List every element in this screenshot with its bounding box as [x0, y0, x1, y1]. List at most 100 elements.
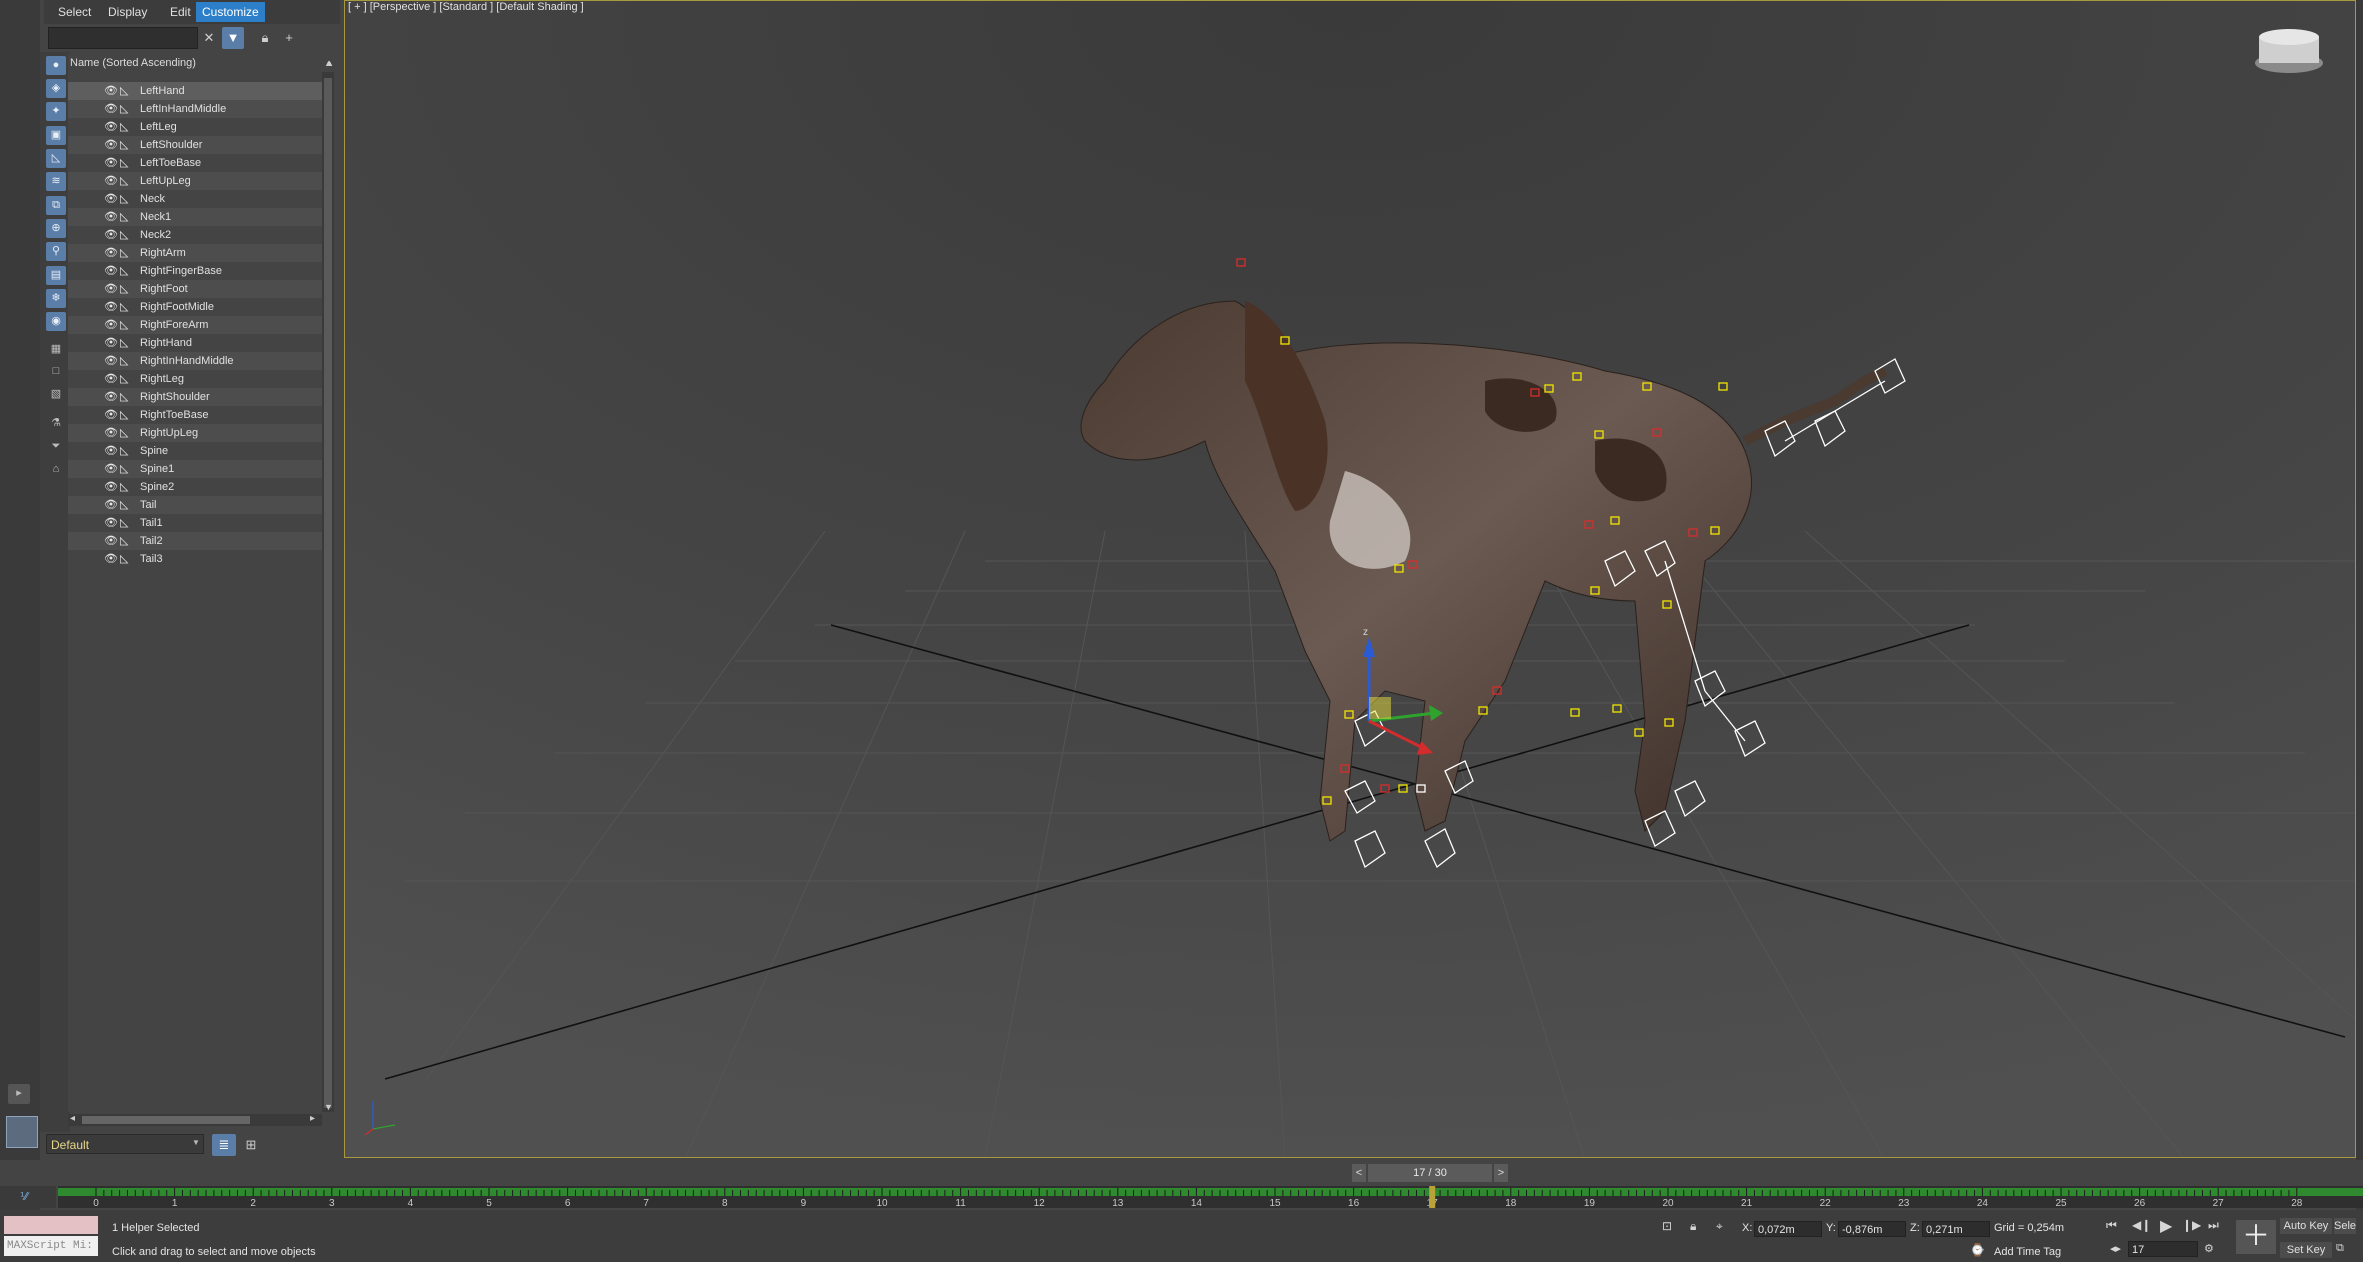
time-tag-icon[interactable]: ⌚ — [1970, 1243, 1985, 1257]
expand-panel-icon[interactable]: ▸ — [8, 1084, 30, 1104]
scene-tree-row[interactable]: 👁︎ ◺ LeftShoulder — [68, 136, 322, 154]
scene-tree-row[interactable]: 👁︎ ◺ LeftHand — [68, 82, 322, 100]
visibility-eye-icon[interactable]: 👁︎ — [104, 460, 118, 478]
scene-tree-row[interactable]: 👁︎ ◺ RightFingerBase — [68, 262, 322, 280]
mini-curve-editor-icon[interactable]: ⅟⁄ — [20, 1190, 28, 1203]
visibility-eye-icon[interactable]: 👁︎ — [104, 82, 118, 100]
goto-end-icon[interactable]: ⏭ — [2208, 1218, 2219, 1233]
track-bar[interactable]: 0123456789101112131415161718192021222324… — [58, 1186, 2363, 1209]
list-horizontal-scroll-thumb[interactable] — [82, 1116, 250, 1124]
perspective-viewport[interactable]: z — [344, 0, 2356, 1158]
scene-tree-row[interactable]: 👁︎ ◺ LeftInHandMiddle — [68, 100, 322, 118]
visibility-eye-icon[interactable]: 👁︎ — [104, 334, 118, 352]
key-filters-icon[interactable]: ⧉ — [2336, 1242, 2344, 1255]
scene-tree-row[interactable]: 👁︎ ◺ Neck1 — [68, 208, 322, 226]
visibility-eye-icon[interactable]: 👁︎ — [104, 172, 118, 190]
name-column-header[interactable]: Name (Sorted Ascending) ▲ — [68, 54, 338, 72]
lock-icon[interactable]: 🔒︎ — [254, 27, 276, 49]
lights-filter-icon[interactable]: ✦ — [46, 102, 66, 121]
scene-tree-row[interactable]: 👁︎ ◺ Tail — [68, 496, 322, 514]
scene-tree-row[interactable]: 👁︎ ◺ RightFoot — [68, 280, 322, 298]
scene-tree-row[interactable]: 👁︎ ◺ Tail3 — [68, 550, 322, 568]
groups-filter-icon[interactable]: ⧉ — [46, 196, 66, 215]
absolute-mode-icon[interactable]: ⌖ — [1716, 1219, 1723, 1234]
x-coordinate-field[interactable]: 0,072m — [1754, 1221, 1822, 1237]
hidden-filter-icon[interactable]: ◉ — [46, 312, 66, 331]
visibility-eye-icon[interactable]: 👁︎ — [104, 496, 118, 514]
bones-filter-icon[interactable]: ⚲ — [46, 242, 66, 261]
scene-tree-row[interactable]: 👁︎ ◺ Spine2 — [68, 478, 322, 496]
display-all-icon[interactable]: ▦ — [46, 340, 66, 359]
time-prev-button[interactable]: < — [1352, 1164, 1366, 1182]
add-icon[interactable]: + — [278, 27, 300, 49]
visibility-eye-icon[interactable]: 👁︎ — [104, 154, 118, 172]
scene-tree-row[interactable]: 👁︎ ◺ LeftUpLeg — [68, 172, 322, 190]
time-slider-thumb[interactable]: 17 / 30 — [1368, 1164, 1492, 1182]
scene-tree-row[interactable]: 👁︎ ◺ LeftLeg — [68, 118, 322, 136]
list-vertical-scroll-thumb[interactable] — [324, 78, 332, 1108]
sort-by-hierarchy-icon[interactable]: ⊞ — [240, 1134, 262, 1156]
scene-tree-row[interactable]: 👁︎ ◺ RightFootMidle — [68, 298, 322, 316]
visibility-eye-icon[interactable]: 👁︎ — [104, 208, 118, 226]
prev-frame-icon[interactable]: ◀❙ — [2132, 1218, 2151, 1232]
scroll-up-icon[interactable]: ▲ — [324, 58, 333, 68]
set-key-big-icon[interactable]: ＋ — [2236, 1220, 2276, 1254]
isolate-selection-icon[interactable]: ⊡ — [1662, 1219, 1672, 1233]
visibility-eye-icon[interactable]: 👁︎ — [104, 388, 118, 406]
filter-settings-icon[interactable]: ⚗ — [46, 414, 66, 433]
clear-search-icon[interactable]: ✕ — [198, 27, 220, 49]
scene-tree-row[interactable]: 👁︎ ◺ Tail2 — [68, 532, 322, 550]
scene-tree-row[interactable]: 👁︎ ◺ LeftToeBase — [68, 154, 322, 172]
xrefs-filter-icon[interactable]: ⊕ — [46, 219, 66, 238]
scene-tree-row[interactable]: 👁︎ ◺ RightInHandMiddle — [68, 352, 322, 370]
containers-filter-icon[interactable]: ▤ — [46, 266, 66, 285]
explorer-options-icon[interactable]: ⌂ — [46, 460, 66, 479]
spacewarps-filter-icon[interactable]: ≋ — [46, 172, 66, 191]
visibility-eye-icon[interactable]: 👁︎ — [104, 406, 118, 424]
visibility-eye-icon[interactable]: 👁︎ — [104, 370, 118, 388]
scene-tree-row[interactable]: 👁︎ ◺ Tail1 — [68, 514, 322, 532]
visibility-eye-icon[interactable]: 👁︎ — [104, 298, 118, 316]
visibility-eye-icon[interactable]: 👁︎ — [104, 244, 118, 262]
set-key-button[interactable]: Set Key — [2280, 1242, 2332, 1258]
viewport-label-menu[interactable]: [ + ] [Perspective ] [Standard ] [Defaul… — [348, 1, 584, 13]
scene-tree-row[interactable]: 👁︎ ◺ Spine1 — [68, 460, 322, 478]
scroll-right-icon[interactable]: ▸ — [310, 1113, 315, 1124]
shapes-filter-icon[interactable]: ◈ — [46, 79, 66, 98]
menu-display[interactable]: Display — [102, 2, 153, 22]
scene-tree-row[interactable]: 👁︎ ◺ Neck2 — [68, 226, 322, 244]
visibility-eye-icon[interactable]: 👁︎ — [104, 118, 118, 136]
scene-tree-row[interactable]: 👁︎ ◺ RightToeBase — [68, 406, 322, 424]
visibility-eye-icon[interactable]: 👁︎ — [104, 478, 118, 496]
visibility-eye-icon[interactable]: 👁︎ — [104, 316, 118, 334]
add-time-tag[interactable]: Add Time Tag — [1994, 1246, 2061, 1258]
play-icon[interactable]: ▶ — [2160, 1216, 2172, 1236]
visibility-eye-icon[interactable]: 👁︎ — [104, 100, 118, 118]
explorer-search-input[interactable] — [48, 27, 198, 49]
layer-dropdown-chevron-icon[interactable]: ▼ — [192, 1138, 200, 1147]
visibility-eye-icon[interactable]: 👁︎ — [104, 262, 118, 280]
goto-start-icon[interactable]: ⏮ — [2106, 1218, 2117, 1233]
menu-edit[interactable]: Edit — [164, 2, 197, 22]
auto-key-button[interactable]: Auto Key — [2280, 1218, 2332, 1234]
visibility-eye-icon[interactable]: 👁︎ — [104, 190, 118, 208]
visibility-eye-icon[interactable]: 👁︎ — [104, 280, 118, 298]
scene-tree-row[interactable]: 👁︎ ◺ RightForeArm — [68, 316, 322, 334]
visibility-eye-icon[interactable]: 👁︎ — [104, 424, 118, 442]
scene-tree-row[interactable]: 👁︎ ◺ RightLeg — [68, 370, 322, 388]
time-next-button[interactable]: > — [1494, 1164, 1508, 1182]
visibility-eye-icon[interactable]: 👁︎ — [104, 442, 118, 460]
display-none-icon[interactable]: □ — [46, 362, 66, 381]
layer-dropdown[interactable]: Default — [46, 1134, 204, 1154]
next-frame-icon[interactable]: ❙▶ — [2182, 1218, 2201, 1232]
scene-tree-row[interactable]: 👁︎ ◺ Spine — [68, 442, 322, 460]
menu-customize[interactable]: Customize — [196, 2, 265, 22]
time-configuration-icon[interactable]: ⚙ — [2204, 1242, 2214, 1255]
scroll-left-icon[interactable]: ◂ — [70, 1113, 75, 1124]
scene-tree-row[interactable]: 👁︎ ◺ RightHand — [68, 334, 322, 352]
maxscript-mini-listener[interactable]: MAXScript Mi: — [4, 1236, 98, 1256]
geometry-filter-icon[interactable]: ● — [46, 56, 66, 75]
current-frame-field[interactable]: 17 — [2128, 1241, 2198, 1257]
helpers-filter-icon[interactable]: ◺ — [46, 149, 66, 168]
scene-explorer-tab[interactable] — [6, 1116, 38, 1148]
